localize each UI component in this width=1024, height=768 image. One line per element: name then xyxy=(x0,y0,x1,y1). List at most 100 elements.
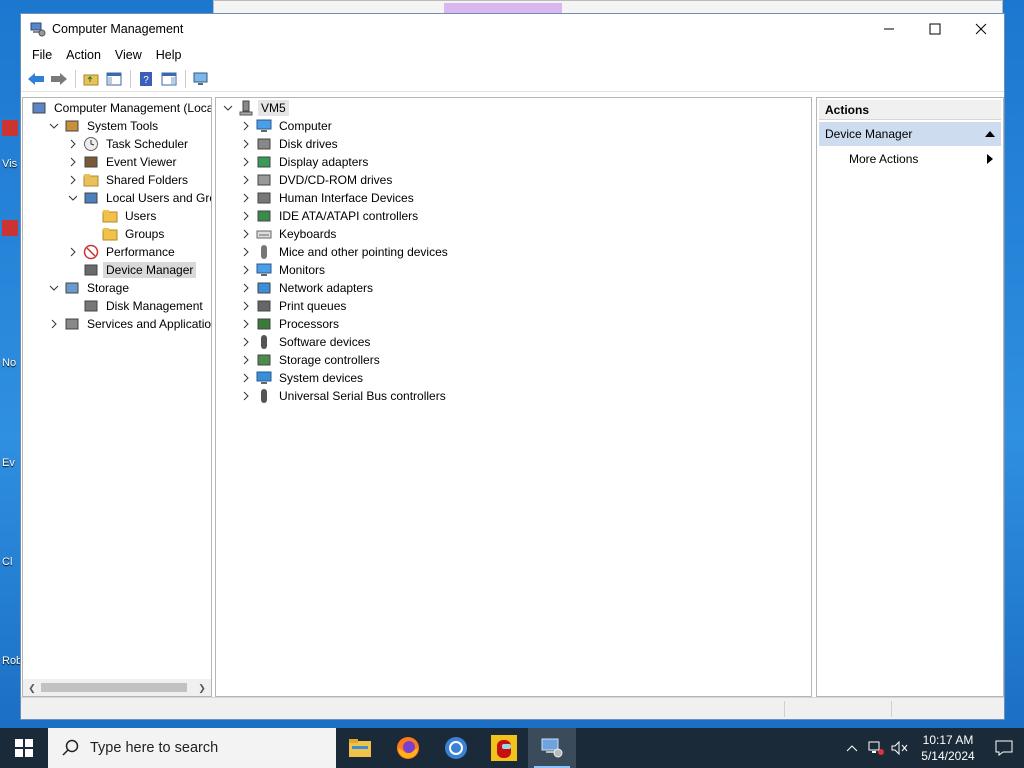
chevron-right-icon[interactable] xyxy=(240,138,252,150)
device-category-monitors[interactable]: Monitors xyxy=(240,261,328,279)
tree-item-system-tools[interactable]: System Tools xyxy=(48,117,161,135)
chevron-down-icon[interactable] xyxy=(67,192,79,204)
desktop-icon[interactable] xyxy=(2,220,18,236)
taskbar-file-explorer[interactable] xyxy=(336,728,384,768)
device-category-processors[interactable]: Processors xyxy=(240,315,342,333)
taskbar-chrome[interactable] xyxy=(432,728,480,768)
tree-item-groups[interactable]: Groups xyxy=(86,225,167,243)
show-hide-action-pane-button[interactable] xyxy=(158,68,180,90)
chevron-right-icon[interactable] xyxy=(240,156,252,168)
device-manager-pane[interactable]: VM5 Computer Disk drives Display adapters D… xyxy=(215,97,812,697)
device-category-keyboards[interactable]: Keyboards xyxy=(240,225,339,243)
device-category-mice-and-other-pointing-devices[interactable]: Mice and other pointing devices xyxy=(240,243,451,261)
taskbar-computer-management[interactable] xyxy=(528,728,576,768)
chevron-right-icon[interactable] xyxy=(240,390,252,402)
device-category-ide-ata-atapi-controllers[interactable]: IDE ATA/ATAPI controllers xyxy=(240,207,421,225)
chevron-right-icon[interactable] xyxy=(240,228,252,240)
collapse-up-icon[interactable] xyxy=(985,130,995,138)
menu-action[interactable]: Action xyxy=(59,46,108,64)
actions-group-device-manager[interactable]: Device Manager xyxy=(819,122,1001,146)
console-tree-pane[interactable]: Computer Management (Local System Tools Ta… xyxy=(22,97,212,697)
chevron-right-icon[interactable] xyxy=(240,174,252,186)
device-category-network-adapters[interactable]: Network adapters xyxy=(240,279,376,297)
chevron-right-icon[interactable] xyxy=(67,246,79,258)
chevron-right-icon[interactable] xyxy=(240,120,252,132)
device-root-row[interactable]: VM5 xyxy=(222,99,289,117)
network-tray-button[interactable] xyxy=(864,728,888,768)
menu-help[interactable]: Help xyxy=(149,46,189,64)
desktop-label[interactable]: Ev xyxy=(2,457,15,469)
chevron-right-icon[interactable] xyxy=(240,372,252,384)
horizontal-scrollbar[interactable]: ❮ ❯ xyxy=(23,679,211,696)
maximize-button[interactable] xyxy=(912,14,958,44)
start-button[interactable] xyxy=(0,728,48,768)
chevron-right-icon[interactable] xyxy=(67,174,79,186)
device-category-computer[interactable]: Computer xyxy=(240,117,335,135)
help-button[interactable]: ? xyxy=(135,68,157,90)
back-button[interactable] xyxy=(25,68,47,90)
scroll-left-arrow-icon[interactable]: ❮ xyxy=(25,681,39,695)
chevron-right-icon[interactable] xyxy=(240,282,252,294)
tree-item-shared-folders[interactable]: Shared Folders xyxy=(67,171,191,189)
up-level-button[interactable] xyxy=(80,68,102,90)
taskbar-clock[interactable]: 10:17 AM 5/14/2024 xyxy=(912,732,984,764)
computer-root-icon xyxy=(239,100,253,116)
chevron-right-icon[interactable] xyxy=(240,192,252,204)
tree-item-local-users-and-groups[interactable]: Local Users and Groups xyxy=(67,189,211,207)
tree-item-storage[interactable]: Storage xyxy=(48,279,132,297)
tree-item-performance[interactable]: Performance xyxy=(67,243,178,261)
chevron-right-icon[interactable] xyxy=(240,300,252,312)
device-category-storage-controllers[interactable]: Storage controllers xyxy=(240,351,383,369)
chevron-right-icon[interactable] xyxy=(240,264,252,276)
device-category-universal-serial-bus-controllers[interactable]: Universal Serial Bus controllers xyxy=(240,387,449,405)
minimize-button[interactable] xyxy=(866,14,912,44)
scan-hardware-button[interactable] xyxy=(190,68,212,90)
chevron-down-icon[interactable] xyxy=(48,120,60,132)
close-button[interactable] xyxy=(958,14,1004,44)
show-hidden-icons-button[interactable] xyxy=(840,728,864,768)
tree-item-device-manager[interactable]: Device Manager xyxy=(67,261,197,279)
device-category-system-devices[interactable]: System devices xyxy=(240,369,366,387)
chevron-right-icon[interactable] xyxy=(240,354,252,366)
device-category-dvd-cd-rom-drives[interactable]: DVD/CD-ROM drives xyxy=(240,171,395,189)
device-category-software-devices[interactable]: Software devices xyxy=(240,333,373,351)
desktop-label[interactable]: Vis xyxy=(2,158,17,170)
background-window[interactable] xyxy=(213,0,1003,15)
tree-item-disk-management[interactable]: Disk Management xyxy=(67,297,206,315)
chevron-right-icon[interactable] xyxy=(240,318,252,330)
more-actions-item[interactable]: More Actions xyxy=(819,148,1001,170)
tree-item-event-viewer[interactable]: Event Viewer xyxy=(67,153,179,171)
volume-muted-icon xyxy=(891,740,908,756)
menu-view[interactable]: View xyxy=(108,46,149,64)
show-hide-console-tree-button[interactable] xyxy=(103,68,125,90)
taskbar-firefox[interactable] xyxy=(384,728,432,768)
device-category-disk-drives[interactable]: Disk drives xyxy=(240,135,341,153)
forward-button[interactable] xyxy=(48,68,70,90)
chevron-right-icon[interactable] xyxy=(240,210,252,222)
action-center-button[interactable] xyxy=(984,728,1024,768)
title-bar[interactable]: Computer Management xyxy=(21,14,1004,44)
chevron-right-icon[interactable] xyxy=(67,138,79,150)
tree-item-computer-management-local[interactable]: Computer Management (Local xyxy=(27,99,211,117)
chevron-right-icon[interactable] xyxy=(48,318,60,330)
chevron-down-icon[interactable] xyxy=(48,282,60,294)
desktop-icon[interactable] xyxy=(2,120,18,136)
desktop-label[interactable]: Cl xyxy=(2,556,12,568)
menu-file[interactable]: File xyxy=(25,46,59,64)
taskbar-search-box[interactable]: Type here to search xyxy=(48,728,336,768)
chevron-right-icon[interactable] xyxy=(67,156,79,168)
chevron-right-icon[interactable] xyxy=(240,336,252,348)
device-category-display-adapters[interactable]: Display adapters xyxy=(240,153,371,171)
chevron-right-icon[interactable] xyxy=(240,246,252,258)
scrollbar-thumb[interactable] xyxy=(41,683,187,692)
taskbar-game-app[interactable] xyxy=(480,728,528,768)
device-category-human-interface-devices[interactable]: Human Interface Devices xyxy=(240,189,417,207)
device-category-print-queues[interactable]: Print queues xyxy=(240,297,349,315)
desktop-label[interactable]: No xyxy=(2,357,16,369)
tree-item-users[interactable]: Users xyxy=(86,207,159,225)
tree-item-task-scheduler[interactable]: Task Scheduler xyxy=(67,135,191,153)
volume-tray-button[interactable] xyxy=(888,728,912,768)
tree-item-services-and-applications[interactable]: Services and Applications xyxy=(48,315,211,333)
scroll-right-arrow-icon[interactable]: ❯ xyxy=(195,681,209,695)
chevron-down-icon[interactable] xyxy=(222,102,234,114)
